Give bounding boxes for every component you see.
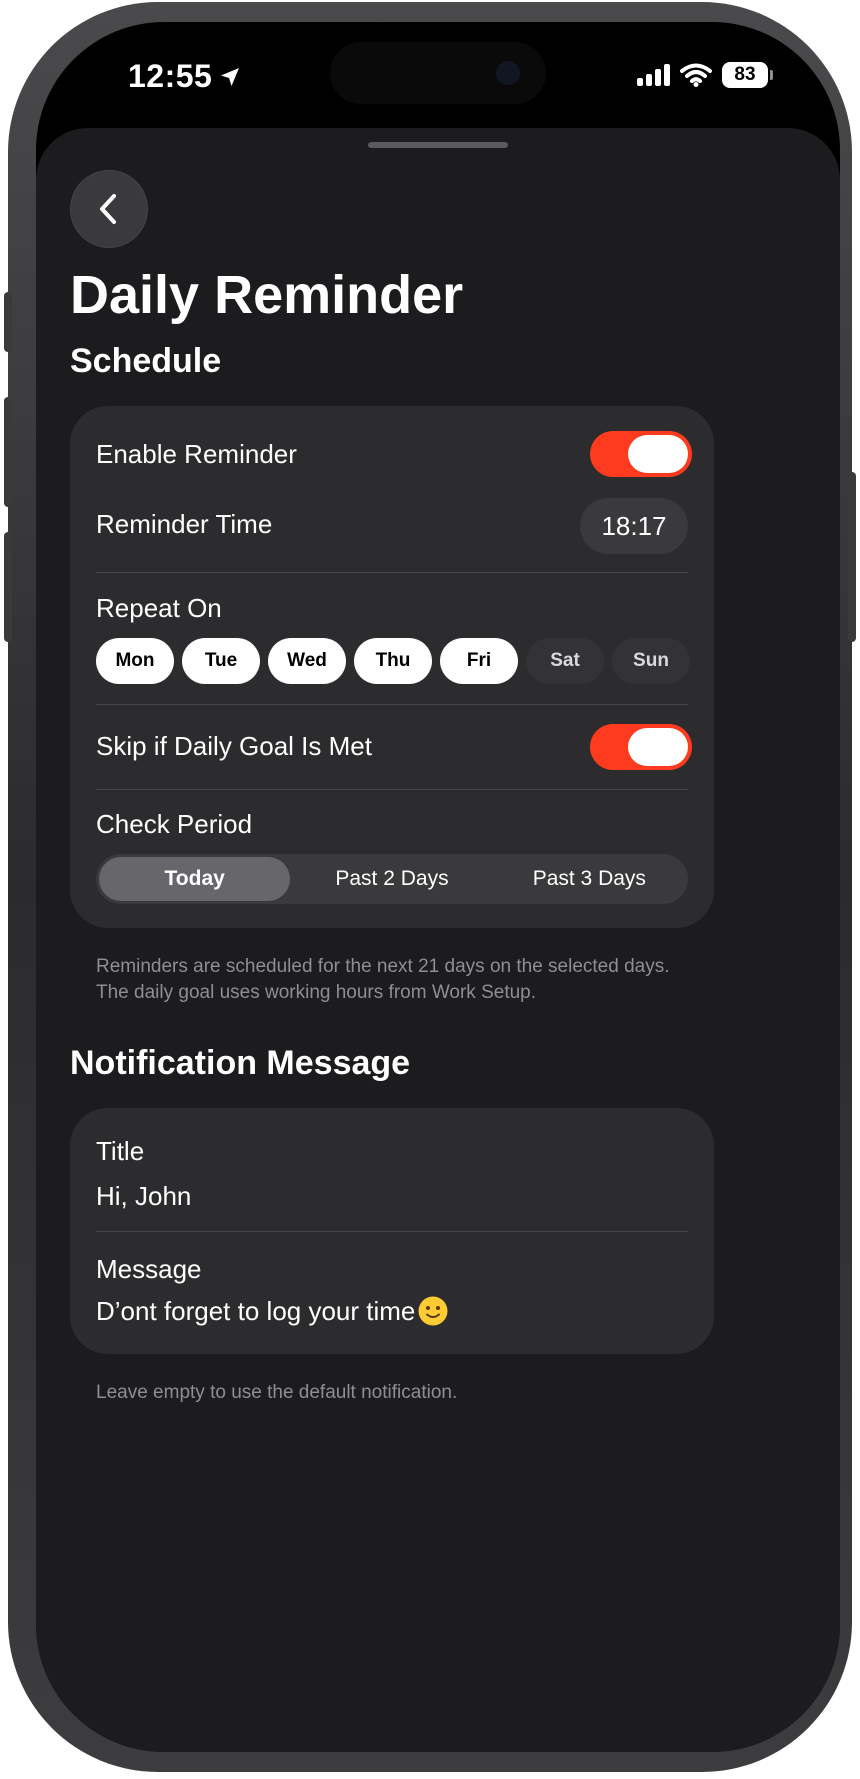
reminder-time-label: Reminder Time [96,509,273,539]
location-arrow-icon [221,67,240,86]
notification-footnote: Leave empty to use the default notificat… [96,1382,458,1403]
skip-goal-label: Skip if Daily Goal Is Met [96,731,372,761]
action-button [4,292,12,352]
day-thu-button[interactable]: Thu [354,638,432,684]
check-period-segmented-control: Today Past 2 Days Past 3 Days [96,854,688,904]
screen: 12:55 83 Daily Reminder Schedule Enable … [36,22,840,1752]
settings-sheet: Daily Reminder Schedule Enable Reminder … [36,128,840,1752]
battery-level: 83 [734,64,756,85]
message-text: D’ont forget to log your time [96,1295,416,1326]
divider [96,704,688,705]
check-period-past-2-days[interactable]: Past 2 Days [296,857,487,901]
schedule-footnote: Reminders are scheduled for the next 21 … [96,956,670,1003]
title-field-label: Title [96,1136,145,1166]
check-period-label: Check Period [96,809,253,839]
divider [96,1231,688,1232]
title-field[interactable]: Hi, John [96,1181,191,1212]
status-time-text: 12:55 [128,58,213,94]
status-bar-time: 12:55 [128,58,242,95]
repeat-on-label: Repeat On [96,593,222,623]
dynamic-island [330,42,546,104]
skip-goal-toggle[interactable] [590,724,692,770]
slightly-smiling-face-icon [418,1296,448,1326]
repeat-days: Mon Tue Wed Thu Fri Sat Sun [96,638,690,684]
back-button[interactable] [70,170,148,248]
schedule-section-title: Schedule [70,342,222,380]
phone-frame: 12:55 83 Daily Reminder Schedule Enable … [4,2,856,1772]
enable-reminder-label: Enable Reminder [96,439,297,469]
divider [96,572,688,573]
message-field[interactable]: D’ont forget to log your time [96,1295,449,1327]
cellular-signal-icon [637,64,670,86]
toggle-knob [628,435,688,473]
page-title: Daily Reminder [70,265,464,325]
notification-section-title: Notification Message [70,1044,411,1082]
divider [96,789,688,790]
status-bar-indicators: 83 [637,62,773,88]
wifi-icon [680,63,712,87]
reminder-time-picker[interactable]: 18:17 [580,498,688,554]
toggle-knob [628,728,688,766]
battery-indicator: 83 [722,62,773,88]
sheet-grabber[interactable] [368,142,508,148]
day-sat-button[interactable]: Sat [526,638,604,684]
message-field-label: Message [96,1254,202,1284]
day-fri-button[interactable]: Fri [440,638,518,684]
enable-reminder-toggle[interactable] [590,431,692,477]
camera-icon [496,61,520,85]
volume-down-button [4,532,12,642]
day-sun-button[interactable]: Sun [612,638,690,684]
day-mon-button[interactable]: Mon [96,638,174,684]
schedule-card: Enable Reminder Reminder Time 18:17 Repe… [70,406,714,928]
check-period-past-3-days[interactable]: Past 3 Days [494,857,685,901]
power-button [848,472,856,642]
day-tue-button[interactable]: Tue [182,638,260,684]
day-wed-button[interactable]: Wed [268,638,346,684]
check-period-today[interactable]: Today [99,857,291,901]
notification-card: Title Hi, John Message D’ont forget to l… [70,1108,714,1354]
chevron-left-icon [100,194,116,224]
volume-up-button [4,397,12,507]
